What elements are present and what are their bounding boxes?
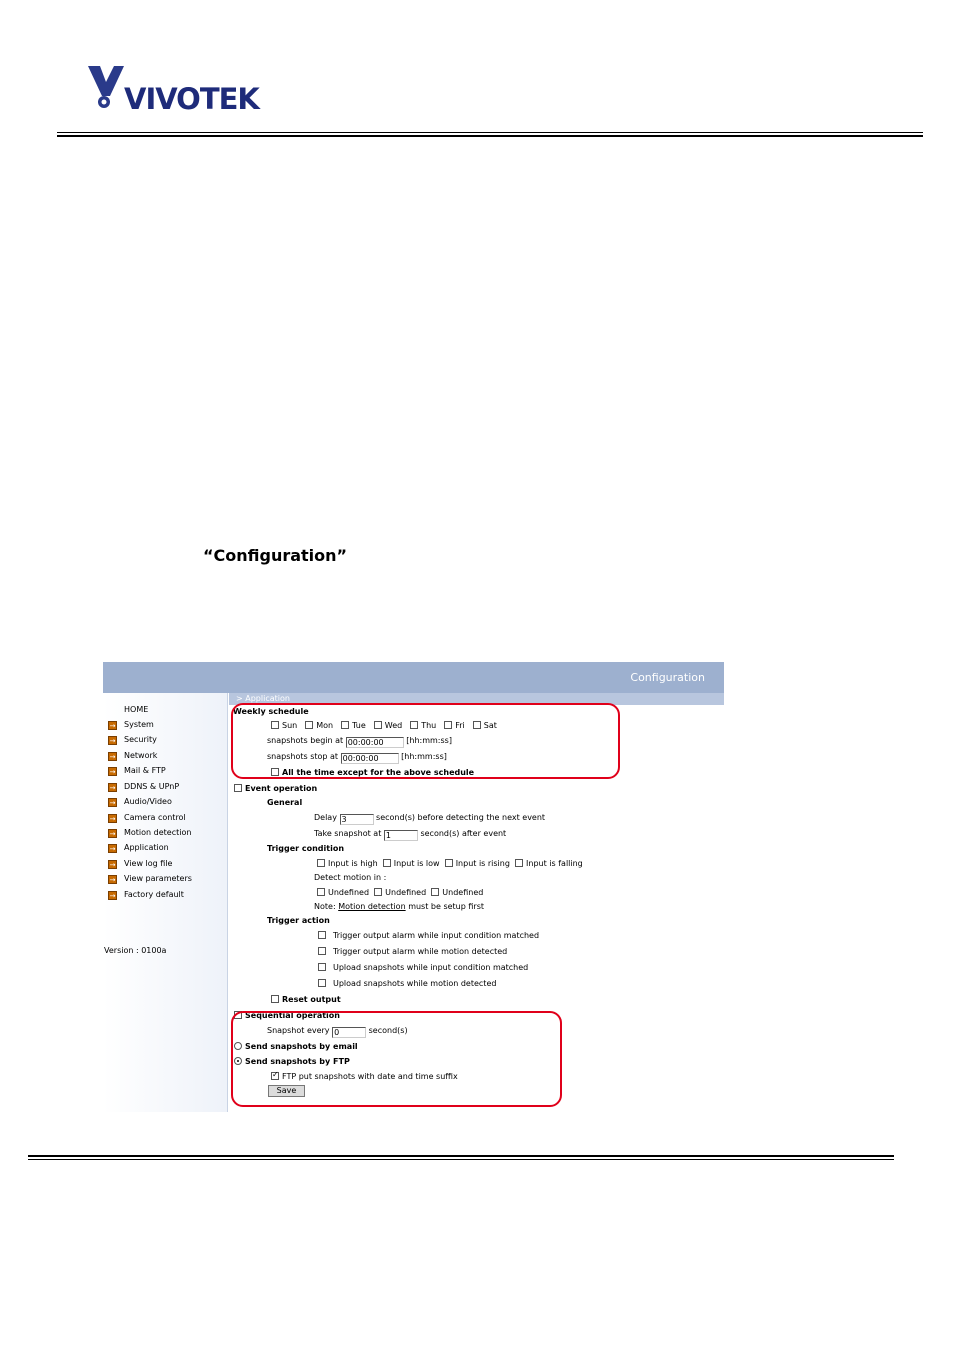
trigger-action-row: Upload snapshots while input condition m… — [318, 963, 528, 973]
weekly-highlight-box — [231, 703, 620, 779]
trigger-action-title: Trigger action — [267, 916, 330, 925]
configuration-screenshot: Configuration HOME → System → Security → Netw… — [103, 662, 724, 1112]
trigger-condition-title: Trigger condition — [267, 844, 345, 853]
trigger-action-checkbox[interactable] — [318, 931, 326, 939]
arrow-right-icon: → — [108, 782, 117, 792]
detect-motion-label: Detect motion in : — [314, 873, 387, 882]
region-1-checkbox[interactable] — [317, 888, 325, 896]
config-header-title: Configuration — [630, 671, 705, 684]
delay-input[interactable]: 3 — [339, 814, 374, 825]
input-rising-checkbox[interactable] — [444, 859, 453, 867]
config-header: Configuration — [103, 662, 724, 693]
sidebar-item-audio-video[interactable]: → Audio/Video — [108, 796, 172, 808]
reset-output-row: Reset output — [271, 995, 341, 1005]
trigger-action-row: Trigger output alarm while motion detect… — [318, 947, 507, 957]
sidebar-item-application[interactable]: → Application — [108, 842, 169, 854]
arrow-right-icon: → — [108, 874, 117, 884]
take-snapshot-input[interactable]: 1 — [383, 830, 418, 841]
region-3-checkbox[interactable] — [431, 888, 440, 896]
region-2-checkbox[interactable] — [374, 888, 383, 896]
arrow-right-icon: → — [108, 766, 117, 776]
motion-detection-link[interactable]: Motion detection — [338, 902, 405, 911]
arrow-right-icon: → — [108, 859, 117, 869]
inputs-row: Input is high Input is low Input is risi… — [317, 859, 583, 869]
trigger-action-checkbox[interactable] — [318, 979, 326, 987]
svg-text:VIVOTEK: VIVOTEK — [124, 82, 261, 114]
arrow-right-icon: → — [108, 843, 117, 853]
arrow-right-icon: → — [108, 828, 117, 838]
sidebar-item-view-log-file[interactable]: → View log file — [108, 858, 172, 870]
trigger-action-checkbox[interactable] — [318, 947, 326, 955]
arrow-right-icon: → — [108, 890, 117, 900]
sidebar-item-security[interactable]: → Security — [108, 734, 157, 746]
sidebar-item-home[interactable]: HOME — [124, 705, 148, 714]
delay-row: Delay 3 second(s) before detecting the n… — [314, 813, 546, 825]
sidebar-item-factory-default[interactable]: → Factory default — [108, 889, 184, 901]
sequential-highlight-box — [231, 1011, 562, 1107]
document-heading: “Configuration” — [203, 546, 348, 565]
input-falling-checkbox[interactable] — [515, 859, 524, 867]
arrow-right-icon: → — [108, 751, 117, 761]
header-rule — [57, 132, 923, 137]
vivotek-logo: VIVOTEK — [88, 66, 262, 114]
take-snapshot-row: Take snapshot at 1 second(s) after event — [314, 829, 507, 841]
footer-rule — [28, 1155, 894, 1160]
undefined-row: Undefined Undefined Undefined — [317, 888, 483, 898]
sidebar-item-system[interactable]: → System — [108, 719, 154, 731]
reset-output-checkbox[interactable] — [271, 995, 279, 1003]
sidebar-item-motion-detection[interactable]: → Motion detection — [108, 827, 191, 839]
general-title: General — [267, 798, 303, 807]
sidebar-item-network[interactable]: → Network — [108, 750, 157, 762]
event-operation-checkbox[interactable] — [234, 784, 242, 792]
arrow-right-icon: → — [108, 813, 117, 823]
event-operation-row: Event operation — [234, 784, 317, 794]
arrow-right-icon: → — [108, 720, 117, 730]
sidebar-item-camera-control[interactable]: → Camera control — [108, 812, 186, 824]
sidebar: HOME → System → Security → Network → Mail & FTP… — [103, 693, 228, 1112]
input-high-checkbox[interactable] — [317, 859, 325, 867]
sidebar-item-ddns-upnp[interactable]: → DDNS & UPnP — [108, 781, 179, 793]
input-low-checkbox[interactable] — [382, 859, 391, 867]
trigger-action-checkbox[interactable] — [318, 963, 326, 971]
sidebar-item-mail-ftp[interactable]: → Mail & FTP — [108, 765, 166, 777]
trigger-action-row: Trigger output alarm while input conditi… — [318, 931, 539, 941]
sidebar-item-view-parameters[interactable]: → View parameters — [108, 873, 192, 885]
trigger-action-row: Upload snapshots while motion detected — [318, 979, 496, 989]
version-label: Version : 0100a — [104, 946, 167, 955]
arrow-right-icon: → — [108, 735, 117, 745]
arrow-right-icon: → — [108, 797, 117, 807]
note-row: Note: Motion detection must be setup fir… — [314, 902, 484, 911]
